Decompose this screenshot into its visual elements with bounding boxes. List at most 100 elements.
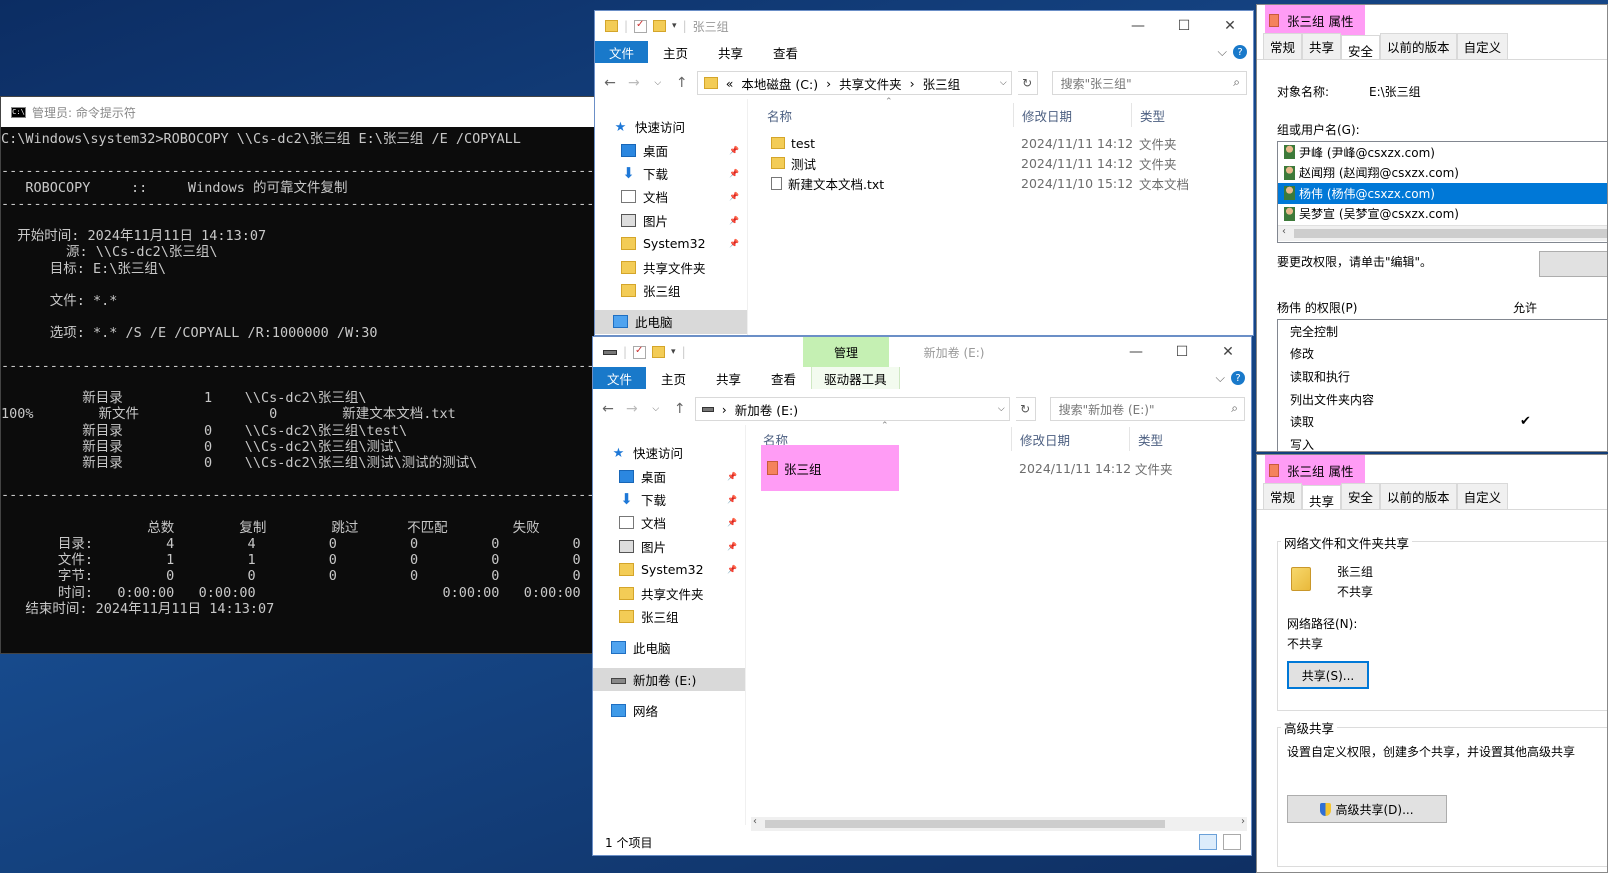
file-row[interactable]: 张三组 2024/11/11 14:12 文件夹 (767, 458, 1247, 478)
column-name[interactable]: 名称 (767, 103, 792, 127)
maximize-icon[interactable]: ☐ (1161, 11, 1207, 41)
nav-item[interactable]: 共享文件夹 (595, 255, 747, 278)
breadcrumb-zhangsan[interactable]: 张三组 (923, 74, 961, 93)
user-list-item[interactable]: 赵闻翔 (赵闻翔@csxzx.com) (1278, 163, 1607, 184)
breadcrumb-e-drive[interactable]: 新加卷 (E:) (735, 400, 798, 419)
pin-icon[interactable]: 📌 (729, 192, 739, 201)
tab-file[interactable]: 文件 (595, 41, 649, 63)
tab-home[interactable]: 主页 (646, 369, 701, 388)
pin-icon[interactable]: 📌 (729, 146, 739, 155)
scrollbar-thumb[interactable] (1294, 229, 1607, 238)
help-icon[interactable]: ? (1233, 45, 1247, 59)
properties-icon[interactable] (634, 19, 648, 33)
column-date[interactable]: 修改日期 (1011, 427, 1070, 451)
column-type[interactable]: 类型 (1129, 427, 1163, 451)
close-icon[interactable]: ✕ (1205, 337, 1251, 367)
nav-item[interactable]: 文档 📌 (595, 185, 747, 208)
nav-item[interactable]: 图片 📌 (593, 535, 745, 558)
nav-item[interactable]: 共享文件夹 (593, 581, 745, 604)
scroll-left-icon[interactable]: ‹ (1282, 226, 1286, 237)
column-type[interactable]: 类型 (1131, 103, 1165, 127)
tab-view[interactable]: 查看 (756, 369, 811, 388)
nav-item[interactable]: System32 📌 (595, 232, 747, 255)
pin-icon[interactable]: 📌 (727, 565, 737, 574)
tab-4[interactable]: 自定义 (1456, 33, 1509, 59)
chevron-down-icon[interactable]: ⌵ (1212, 44, 1233, 60)
cmd-titlebar[interactable]: C:\ 管理员: 命令提示符 (1, 97, 605, 127)
nav-item[interactable]: 网络 (593, 699, 745, 722)
pin-icon[interactable]: 📌 (727, 472, 737, 481)
explorer-window-zhangsan[interactable]: | ▾ | 张三组 — ☐ ✕ 文件 主页 共享 查看 ⌵ ? ← → ⌵ ↑ … (594, 10, 1254, 336)
column-date[interactable]: 修改日期 (1013, 103, 1072, 127)
nav-item[interactable]: 张三组 (593, 605, 745, 628)
file-row[interactable]: 新建文本文档.txt 2024/11/10 15:12 文本文档 (771, 174, 1251, 194)
explorer2-titlebar[interactable]: | ▾ | 管理 新加卷 (E:) — ☐ ✕ (593, 337, 1251, 367)
nav-item[interactable]: 张三组 (595, 279, 747, 302)
nav-item[interactable]: 此电脑 (595, 310, 747, 334)
tab-2[interactable]: 安全 (1341, 483, 1381, 509)
pin-icon[interactable]: 📌 (727, 542, 737, 551)
properties-dialog-share[interactable]: 张三组 属性 常规 共享 安全 以前的版本 自定义 网络文件和文件夹共享 张三组 不共享… (1256, 454, 1608, 873)
nav-item[interactable]: ★ 快速访问 (593, 441, 745, 464)
chevron-down-icon[interactable]: ⌵ (998, 404, 1005, 414)
explorer-window-e-drive[interactable]: | ▾ | 管理 新加卷 (E:) — ☐ ✕ 文件 主页 共享 查看 驱动器工… (592, 336, 1252, 856)
search-input[interactable]: 搜索"新加卷 (E:)" ⌕ (1049, 397, 1245, 421)
tab-share[interactable]: 共享 (703, 43, 758, 62)
nav-item[interactable]: System32 📌 (593, 558, 745, 581)
back-icon[interactable]: ← (599, 401, 617, 417)
scroll-right-icon[interactable]: › (1241, 816, 1245, 827)
chevron-down-icon[interactable]: ▾ (672, 21, 677, 31)
refresh-icon[interactable]: ↻ (1015, 397, 1036, 421)
nav-item[interactable]: ⬇ 下载 📌 (593, 488, 745, 511)
dialog-titlebar[interactable]: 张三组 属性 (1257, 455, 1607, 486)
pin-icon[interactable]: 📌 (729, 239, 739, 248)
breadcrumb-shared[interactable]: 共享文件夹 (839, 74, 902, 93)
breadcrumb-overflow[interactable]: « (726, 76, 734, 91)
tab-view[interactable]: 查看 (758, 43, 813, 62)
pin-icon[interactable]: 📌 (727, 518, 737, 527)
nav-item[interactable]: 此电脑 (593, 636, 745, 659)
tab-share[interactable]: 共享 (701, 369, 756, 388)
horizontal-scrollbar[interactable]: ‹ › (751, 816, 1247, 831)
advanced-share-button[interactable]: 高级共享(D)... (1287, 795, 1447, 823)
pin-icon[interactable]: 📌 (729, 216, 739, 225)
file-row[interactable]: test 2024/11/11 14:12 文件夹 (771, 133, 1251, 153)
scroll-left-icon[interactable]: ‹ (753, 816, 757, 827)
breadcrumb-separator[interactable]: › (826, 76, 831, 91)
tab-1[interactable]: 共享 (1302, 33, 1342, 59)
nav-item[interactable]: 文档 📌 (593, 511, 745, 534)
breadcrumb-separator[interactable]: › (910, 76, 915, 91)
permission-list[interactable]: 完全控制 修改 读取和执行 列出文件夹内容 读取 ✔ 写入 (1277, 319, 1607, 451)
share-button[interactable]: 共享(S)... (1287, 661, 1369, 689)
user-list-item[interactable]: 杨伟 (杨伟@csxzx.com) (1278, 183, 1607, 204)
breadcrumb-separator[interactable]: › (722, 402, 727, 417)
new-folder-icon[interactable] (653, 20, 667, 32)
tab-home[interactable]: 主页 (648, 43, 703, 62)
address-bar[interactable]: › 新加卷 (E:) ⌵ (694, 397, 1010, 421)
nav-item[interactable]: 新加卷 (E:) (593, 667, 745, 691)
forward-icon[interactable]: → (625, 75, 643, 91)
tab-0[interactable]: 常规 (1263, 483, 1303, 509)
tab-1[interactable]: 共享 (1302, 485, 1342, 509)
back-icon[interactable]: ← (601, 75, 619, 91)
details-view-icon[interactable] (1199, 834, 1217, 850)
new-folder-icon[interactable] (652, 346, 666, 358)
chevron-down-icon[interactable]: ⌵ (647, 404, 665, 414)
minimize-icon[interactable]: — (1113, 337, 1159, 367)
chevron-down-icon[interactable]: ⌵ (1210, 370, 1231, 386)
minimize-icon[interactable]: — (1115, 11, 1161, 41)
close-icon[interactable]: ✕ (1207, 11, 1253, 41)
chevron-down-icon[interactable]: ▾ (671, 347, 676, 357)
tab-2[interactable]: 安全 (1341, 35, 1381, 59)
user-list-item[interactable]: 吴梦宣 (吴梦宣@csxzx.com) (1278, 204, 1607, 225)
up-icon[interactable]: ↑ (673, 75, 691, 91)
address-bar[interactable]: « 本地磁盘 (C:) › 共享文件夹 › 张三组 ⌵ (696, 71, 1012, 95)
properties-icon[interactable] (633, 345, 647, 359)
tab-drive-tools[interactable]: 驱动器工具 (811, 367, 900, 389)
scrollbar-thumb[interactable] (765, 820, 1165, 828)
breadcrumb-c-drive[interactable]: 本地磁盘 (C:) (741, 74, 818, 93)
maximize-icon[interactable]: ☐ (1159, 337, 1205, 367)
explorer1-titlebar[interactable]: | ▾ | 张三组 — ☐ ✕ (595, 11, 1253, 41)
nav-item[interactable]: ⬇ 下载 📌 (595, 162, 747, 185)
nav-item[interactable]: 图片 📌 (595, 209, 747, 232)
